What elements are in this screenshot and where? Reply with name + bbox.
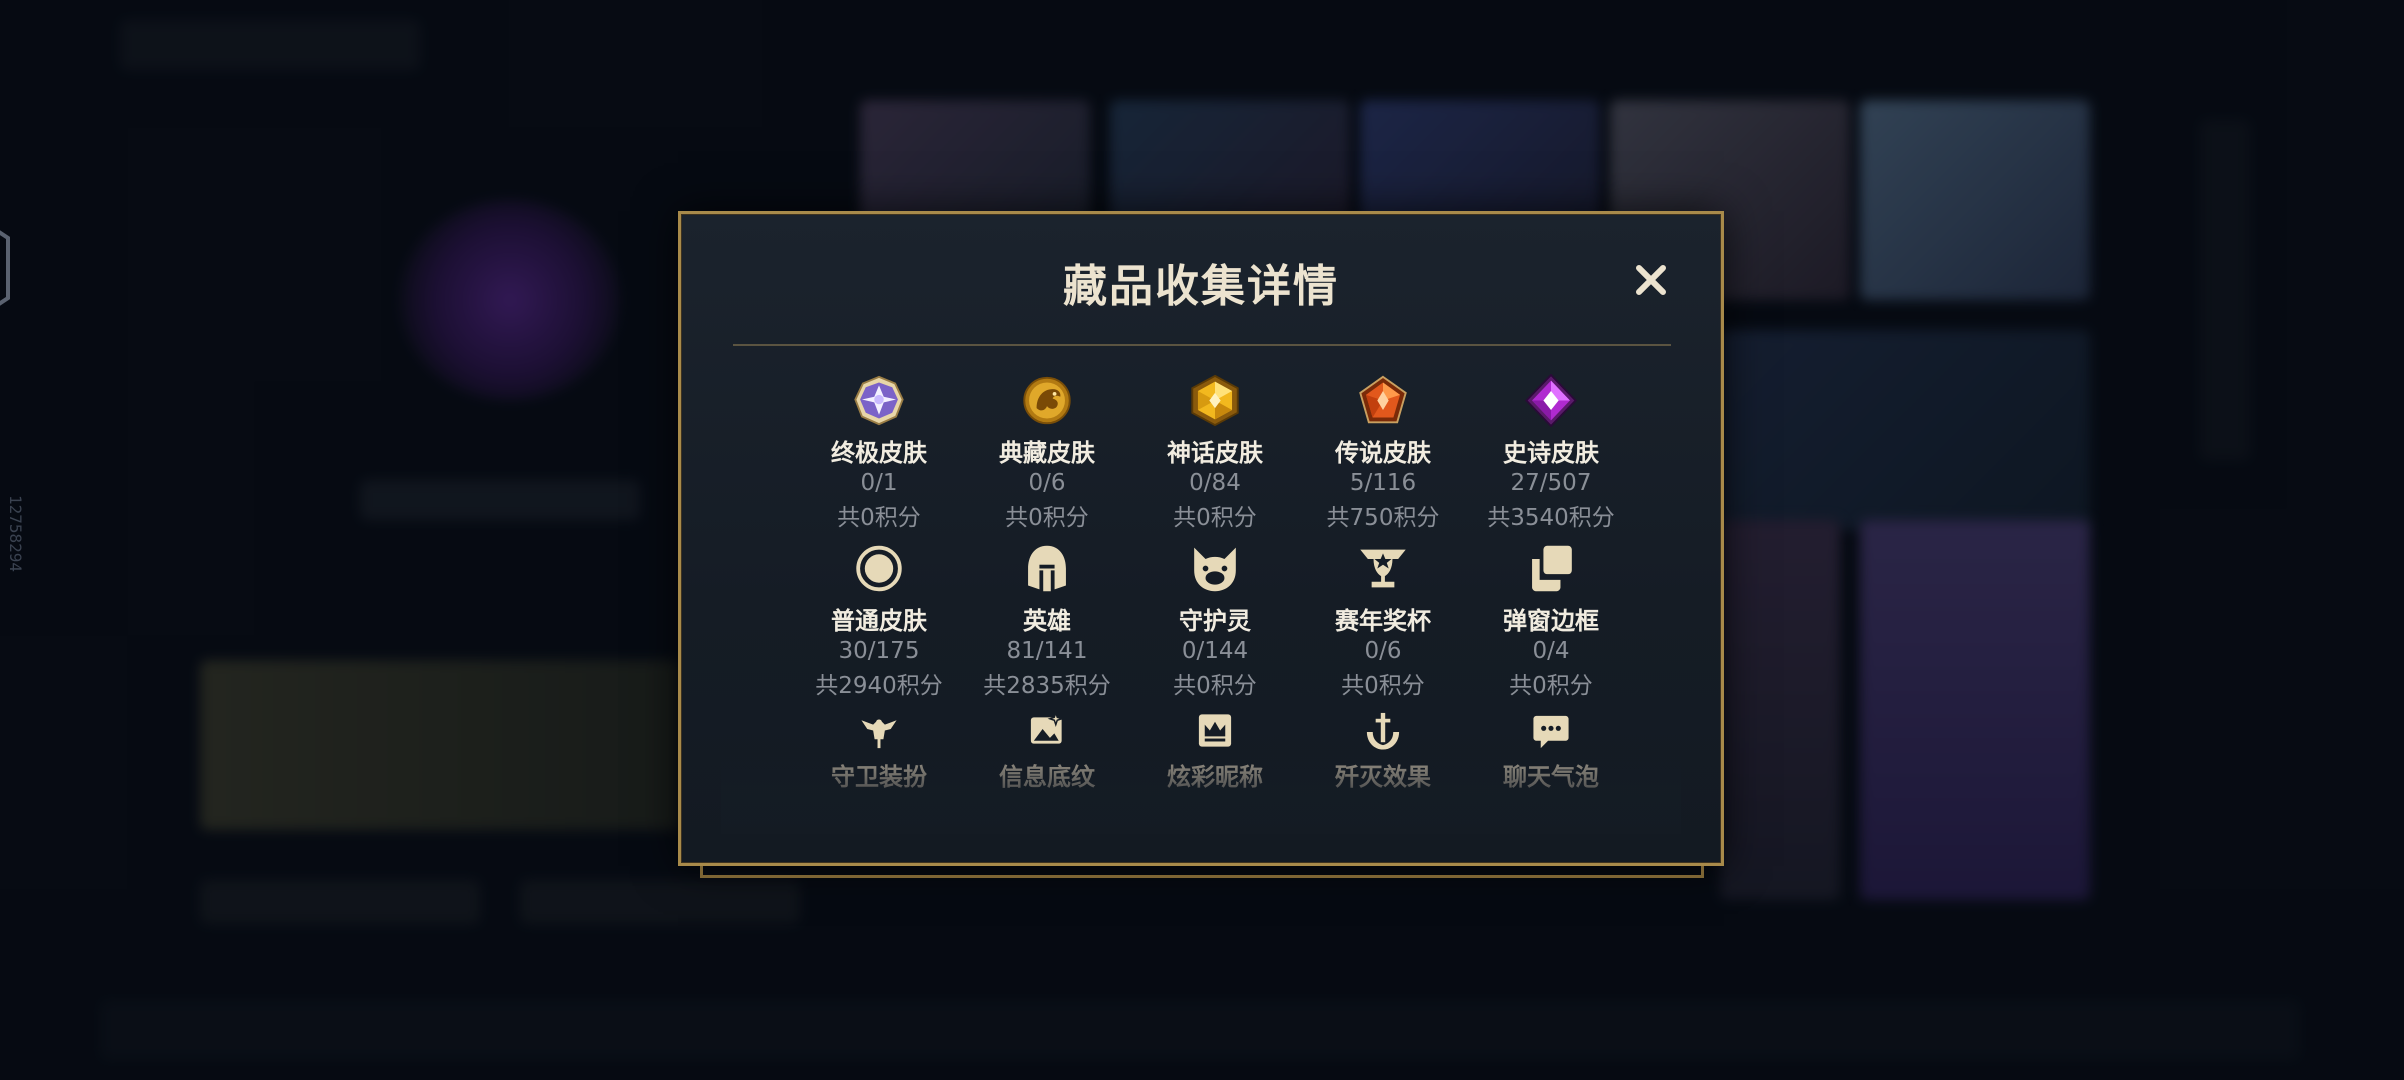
item-points: 共0积分 xyxy=(1005,505,1089,531)
item-points: 共0积分 xyxy=(1509,673,1593,699)
item-label: 歼灭效果 xyxy=(1335,763,1431,791)
frames-icon xyxy=(1532,545,1572,592)
item-label: 英雄 xyxy=(1023,607,1071,635)
item-label: 终极皮肤 xyxy=(831,439,927,467)
item-points: 共2835积分 xyxy=(983,673,1111,699)
item-label: 普通皮肤 xyxy=(831,607,927,635)
collection-item-popup-frames[interactable]: 弹窗边框 0/4 共0积分 xyxy=(1467,542,1635,700)
collection-item-normal-skins[interactable]: 普通皮肤 30/175 共2940积分 xyxy=(795,542,963,700)
item-count: 0/6 xyxy=(1028,470,1066,496)
item-points: 共0积分 xyxy=(1341,673,1425,699)
anchor-sword-icon xyxy=(1366,712,1400,750)
item-label: 神话皮肤 xyxy=(1167,439,1263,467)
collection-item-ultimate-skins[interactable]: 终极皮肤 0/1 共0积分 xyxy=(795,374,963,532)
mythic-gem-icon xyxy=(1191,374,1239,427)
item-label: 信息底纹 xyxy=(999,763,1095,791)
item-points: 共750积分 xyxy=(1326,505,1440,531)
item-count: 0/6 xyxy=(1364,638,1402,664)
ultimate-gem-icon xyxy=(854,375,904,426)
item-label: 典藏皮肤 xyxy=(999,439,1095,467)
item-count: 81/141 xyxy=(1006,638,1088,664)
item-label: 守护灵 xyxy=(1179,607,1251,635)
chat-bubble-icon xyxy=(1533,715,1569,749)
item-count: 30/175 xyxy=(838,638,920,664)
item-count: 0/1 xyxy=(860,470,898,496)
item-points: 共2940积分 xyxy=(815,673,943,699)
collection-item-annihilation-effects[interactable]: 歼灭效果 xyxy=(1299,710,1467,792)
collection-item-mythic-skins[interactable]: 神话皮肤 0/84 共0积分 xyxy=(1131,374,1299,532)
dialog-title: 藏品收集详情 xyxy=(1063,261,1339,312)
item-label: 弹窗边框 xyxy=(1503,607,1599,635)
crown-card-icon xyxy=(1198,714,1232,747)
item-count: 5/116 xyxy=(1349,470,1417,496)
ring-icon xyxy=(856,545,902,592)
item-label: 守卫装扮 xyxy=(831,763,927,791)
item-label: 聊天气泡 xyxy=(1503,763,1599,791)
ward-icon xyxy=(861,719,897,749)
helmet-icon xyxy=(1028,545,1066,592)
collection-item-epic-skins[interactable]: 史诗皮肤 27/507 共3540积分 xyxy=(1467,374,1635,532)
collection-details-dialog: 藏品收集详情 终极皮肤 0/1 共0积分 典藏皮肤 0/6 共0积分 神话皮肤 … xyxy=(678,211,1724,866)
collection-item-champions[interactable]: 英雄 81/141 共2835积分 xyxy=(963,542,1131,700)
item-label: 传说皮肤 xyxy=(1335,439,1431,467)
collection-item-prestige-skins[interactable]: 典藏皮肤 0/6 共0积分 xyxy=(963,374,1131,532)
item-count: 0/4 xyxy=(1532,638,1570,664)
item-label: 史诗皮肤 xyxy=(1503,439,1599,467)
cat-face-icon xyxy=(1194,547,1236,592)
item-count: 0/84 xyxy=(1189,470,1241,496)
item-count: 27/507 xyxy=(1510,470,1592,496)
dialog-bottom-trim xyxy=(700,866,1704,878)
epic-gem-icon xyxy=(1525,374,1577,427)
collection-item-ward-skins[interactable]: 守卫装扮 xyxy=(795,710,963,792)
collection-item-chat-bubbles[interactable]: 聊天气泡 xyxy=(1467,710,1635,792)
item-points: 共0积分 xyxy=(1173,505,1257,531)
dragon-coin-icon xyxy=(1023,376,1071,425)
title-divider xyxy=(733,344,1671,346)
item-points: 共3540积分 xyxy=(1487,505,1615,531)
legendary-gem-icon xyxy=(1359,375,1407,424)
side-hexagon-tab[interactable] xyxy=(0,218,14,318)
item-count: 0/144 xyxy=(1181,638,1249,664)
side-id-number: 12758294 xyxy=(6,495,25,573)
collection-item-info-backgrounds[interactable]: 信息底纹 xyxy=(963,710,1131,792)
collection-item-little-legends[interactable]: 守护灵 0/144 共0积分 xyxy=(1131,542,1299,700)
collection-item-colorful-names[interactable]: 炫彩昵称 xyxy=(1131,710,1299,792)
picture-sparkle-icon xyxy=(1030,710,1064,744)
collection-grid: 终极皮肤 0/1 共0积分 典藏皮肤 0/6 共0积分 神话皮肤 0/84 共0… xyxy=(795,374,1635,792)
item-label: 炫彩昵称 xyxy=(1167,763,1263,791)
collection-item-season-trophies[interactable]: 赛年奖杯 0/6 共0积分 xyxy=(1299,542,1467,700)
close-icon[interactable] xyxy=(1631,260,1671,300)
item-points: 共0积分 xyxy=(1173,673,1257,699)
item-label: 赛年奖杯 xyxy=(1335,607,1431,635)
item-points: 共0积分 xyxy=(837,505,921,531)
trophy-icon xyxy=(1360,549,1406,588)
collection-item-legendary-skins[interactable]: 传说皮肤 5/116 共750积分 xyxy=(1299,374,1467,532)
